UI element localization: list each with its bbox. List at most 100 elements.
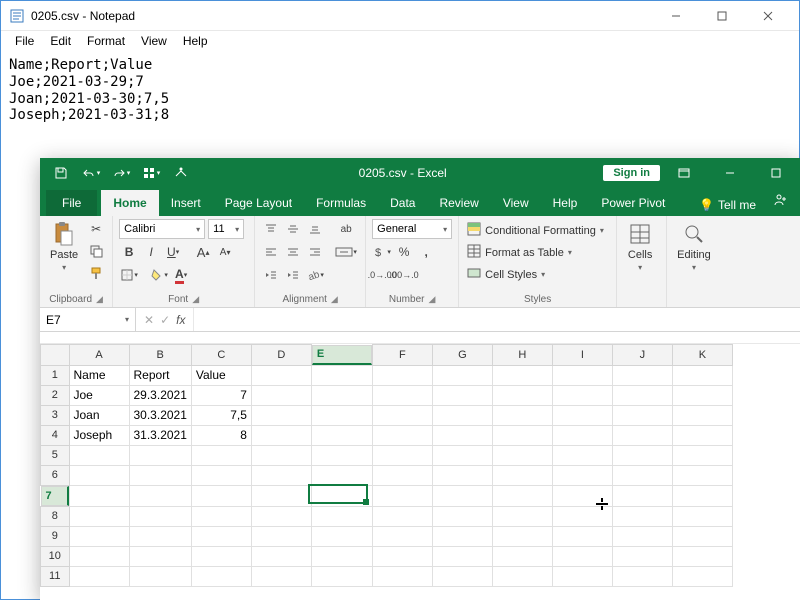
cell[interactable] [129,546,191,566]
cell[interactable] [492,485,552,506]
cell[interactable] [612,405,672,425]
cell[interactable] [552,526,612,546]
row-header[interactable]: 1 [41,365,70,385]
fill-color-icon[interactable]: ▾ [149,265,169,285]
align-top-icon[interactable] [261,219,281,239]
cell[interactable] [251,506,311,526]
cell[interactable] [372,405,432,425]
number-format-select[interactable]: General▾ [372,219,452,239]
row-header[interactable]: 3 [41,405,70,425]
cell[interactable] [129,566,191,586]
tab-formulas[interactable]: Formulas [304,190,378,216]
cell[interactable] [251,566,311,586]
cell[interactable]: Value [191,365,251,385]
cell[interactable] [129,526,191,546]
row-header[interactable]: 4 [41,425,70,445]
tab-review[interactable]: Review [427,190,490,216]
editing-button[interactable]: Editing ▾ [673,219,715,274]
redo-icon[interactable]: ▾ [108,160,134,186]
cell[interactable] [432,385,492,405]
dialog-launcher-icon[interactable]: ◢ [331,294,338,305]
cell[interactable] [492,546,552,566]
column-header[interactable]: H [492,345,552,366]
cell[interactable] [552,546,612,566]
cell[interactable] [191,445,251,465]
column-header[interactable]: J [612,345,672,366]
row-header[interactable]: 6 [41,465,70,485]
align-right-icon[interactable] [305,242,325,262]
tab-insert[interactable]: Insert [159,190,213,216]
minimize-button[interactable] [708,158,752,188]
cell[interactable] [672,566,732,586]
comma-format-icon[interactable]: , [416,242,436,262]
bold-button[interactable]: B [119,242,139,262]
font-size-select[interactable]: 11▾ [208,219,244,239]
cell[interactable] [492,405,552,425]
cell[interactable]: 31.3.2021 [129,425,191,445]
cell[interactable] [672,506,732,526]
column-header[interactable]: C [191,345,251,366]
column-header[interactable]: K [672,345,732,366]
cell[interactable] [672,385,732,405]
cell[interactable] [432,566,492,586]
share-button[interactable] [764,189,794,216]
close-button[interactable] [745,1,791,31]
align-left-icon[interactable] [261,242,281,262]
cell[interactable] [251,546,311,566]
cell[interactable] [129,465,191,485]
cell[interactable] [372,526,432,546]
cell[interactable] [612,506,672,526]
copy-icon[interactable] [86,241,106,261]
cell[interactable] [311,385,372,405]
cell[interactable] [432,365,492,385]
cell[interactable] [432,526,492,546]
cell[interactable]: 29.3.2021 [129,385,191,405]
cell[interactable] [251,445,311,465]
borders-icon[interactable]: ▾ [119,265,139,285]
cell[interactable]: Joan [69,405,129,425]
cell[interactable] [492,506,552,526]
menu-format[interactable]: Format [79,32,133,50]
cell[interactable]: Joseph [69,425,129,445]
cell[interactable] [191,566,251,586]
menu-edit[interactable]: Edit [42,32,79,50]
row-header[interactable]: 9 [41,526,70,546]
cell[interactable]: Joe [69,385,129,405]
cell[interactable] [492,425,552,445]
merge-center-icon[interactable]: ▾ [333,242,359,262]
row-header[interactable]: 8 [41,506,70,526]
cell[interactable] [372,566,432,586]
column-header[interactable]: G [432,345,492,366]
cell[interactable]: Name [69,365,129,385]
column-header[interactable]: I [552,345,612,366]
notepad-content[interactable]: Name;Report;Value Joe;2021-03-29;7 Joan;… [1,51,799,130]
increase-font-icon[interactable]: A▴ [193,242,213,262]
cell[interactable] [69,465,129,485]
accounting-format-icon[interactable]: $▾ [372,242,392,262]
dialog-launcher-icon[interactable]: ◢ [428,294,435,305]
wrap-text-icon[interactable]: ab [333,219,359,239]
decrease-decimal-icon[interactable]: .00→.0 [394,265,414,285]
cell[interactable] [492,445,552,465]
maximize-button[interactable] [754,158,798,188]
cell[interactable] [191,526,251,546]
cell[interactable] [672,465,732,485]
cell[interactable] [432,425,492,445]
cell[interactable] [672,365,732,385]
row-header[interactable]: 5 [41,445,70,465]
cell[interactable] [311,365,372,385]
cell[interactable] [672,485,732,506]
orientation-icon[interactable]: ab▾ [305,265,325,285]
cells-button[interactable]: Cells ▾ [623,219,657,274]
tell-me[interactable]: 💡 Tell me [691,194,764,216]
tab-power-pivot[interactable]: Power Pivot [589,190,677,216]
formula-input[interactable] [194,308,800,331]
cell[interactable] [552,566,612,586]
sign-in-button[interactable]: Sign in [603,165,660,181]
undo-icon[interactable]: ▾ [78,160,104,186]
cell[interactable] [492,526,552,546]
cell[interactable] [672,405,732,425]
customize-qat-icon[interactable] [168,160,194,186]
cell[interactable] [191,546,251,566]
cell[interactable] [129,485,191,506]
